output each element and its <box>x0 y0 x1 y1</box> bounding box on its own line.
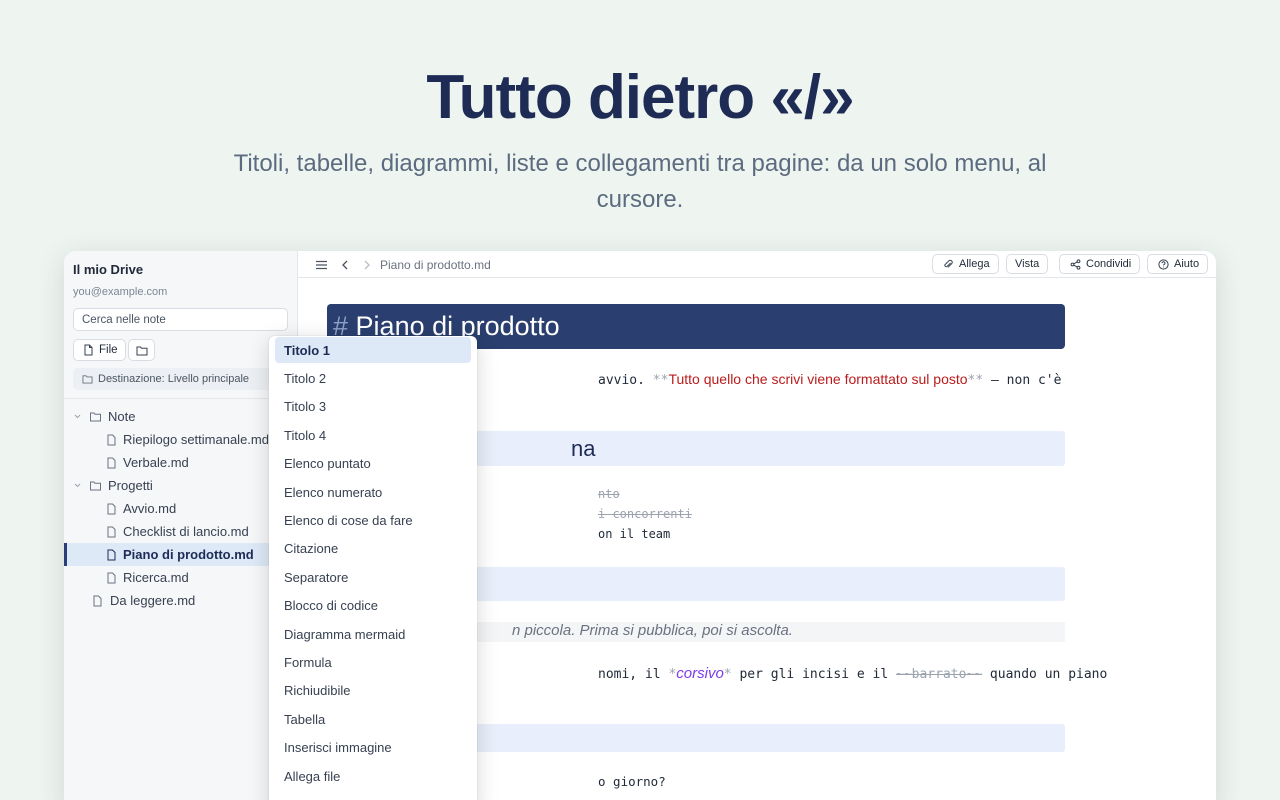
file-icon <box>104 502 118 516</box>
slash-menu-item[interactable]: Elenco numerato <box>275 479 471 505</box>
tree-file-da-leggere[interactable]: Da leggere.md <box>64 589 298 612</box>
attach-button[interactable]: Allega <box>932 254 999 274</box>
folder-icon <box>88 479 102 493</box>
paragraph-formatting[interactable]: nomi, il *corsivo* per gli incisi e il ~… <box>598 665 1107 682</box>
destination-label: Destinazione: Livello principale <box>98 373 250 385</box>
bold-text: Tutto quello che scrivi viene formattato… <box>668 371 968 387</box>
paragraph-text: per gli incisi e il <box>739 667 889 682</box>
file-icon <box>104 571 118 585</box>
forward-icon[interactable] <box>360 258 374 272</box>
slash-menu-item[interactable]: Blocco di codice <box>275 593 471 619</box>
attach-label: Allega <box>959 258 990 270</box>
chevron-down-icon[interactable] <box>70 479 84 493</box>
search-input[interactable] <box>73 308 288 331</box>
tree-item-label: Riepilogo settimanale.md <box>123 432 269 447</box>
tree-item-label: Ricerca.md <box>123 570 189 585</box>
sidebar-divider <box>64 398 298 399</box>
view-label: Vista <box>1015 258 1040 270</box>
help-label: Aiuto <box>1174 258 1200 270</box>
share-button[interactable]: Condividi <box>1059 254 1141 274</box>
paperclip-icon <box>941 257 955 271</box>
user-email: you@example.com <box>73 286 168 298</box>
view-button[interactable]: Vista <box>1006 254 1049 274</box>
drive-title: Il mio Drive <box>73 262 144 277</box>
italic-marker: * <box>723 667 732 682</box>
tree-item-label: Piano di prodotto.md <box>123 547 254 562</box>
share-label: Condividi <box>1086 258 1132 270</box>
slash-menu-item[interactable]: Elenco di cose da fare <box>275 507 471 533</box>
file-icon <box>104 456 118 470</box>
paragraph-text: nomi, il <box>598 667 661 682</box>
back-icon[interactable] <box>338 258 352 272</box>
folder-icon <box>80 372 94 386</box>
tree-file-avvio[interactable]: Avvio.md <box>64 497 298 520</box>
tree-item-label: Checklist di lancio.md <box>123 524 249 539</box>
bold-marker: ** <box>652 373 669 388</box>
share-icon <box>1068 257 1082 271</box>
slash-menu-item[interactable]: Titolo 2 <box>275 365 471 391</box>
help-icon <box>1156 257 1170 271</box>
slash-menu-item[interactable]: Tabella <box>275 706 471 732</box>
tree-item-label: Avvio.md <box>123 501 177 516</box>
hero-title: Tutto dietro «/» <box>426 63 854 132</box>
help-button[interactable]: Aiuto <box>1147 254 1209 274</box>
breadcrumb: Piano di prodotto.md <box>380 258 491 272</box>
file-icon <box>90 594 104 608</box>
tree-file-piano-active[interactable]: Piano di prodotto.md <box>64 543 298 566</box>
paragraph-text: — non c'è <box>991 373 1062 388</box>
destination-indicator: Destinazione: Livello principale <box>73 368 288 390</box>
slash-menu-item[interactable]: Elenco puntato <box>275 451 471 477</box>
file-icon <box>81 343 95 357</box>
slash-menu-item[interactable]: Formula <box>275 649 471 675</box>
italic-text: corsivo <box>676 665 724 682</box>
slash-menu-item[interactable]: Allega file <box>275 763 471 789</box>
top-toolbar: Piano di prodotto.md Allega Vista Condiv… <box>298 251 1216 278</box>
slash-menu-item[interactable]: Titolo 1 <box>275 337 471 363</box>
paragraph-question[interactable]: o giorno? <box>598 774 666 789</box>
menu-icon[interactable] <box>314 258 328 272</box>
slash-menu-item[interactable]: Inserisci immagine <box>275 735 471 761</box>
slash-menu-item[interactable]: Citazione <box>275 536 471 562</box>
list-item[interactable]: on il team <box>598 527 670 541</box>
new-file-button[interactable]: File <box>73 339 126 361</box>
heading-2-text: na <box>571 436 596 461</box>
slash-menu-item[interactable]: Richiudibile <box>275 678 471 704</box>
file-icon <box>104 525 118 539</box>
slash-menu-item[interactable]: Diagramma mermaid <box>275 621 471 647</box>
tree-item-label: Note <box>108 409 136 424</box>
file-icon <box>104 548 118 562</box>
folder-icon <box>135 343 149 357</box>
list-item-done[interactable]: nto <box>598 487 620 501</box>
paragraph-text: quando un piano <box>989 667 1108 682</box>
chevron-down-icon[interactable] <box>70 410 84 424</box>
tree-file-ricerca[interactable]: Ricerca.md <box>64 566 298 589</box>
tree-file-verbale[interactable]: Verbale.md <box>64 451 298 474</box>
paragraph-intro[interactable]: avvio. **Tutto quello che scrivi viene f… <box>598 371 1061 388</box>
app-window: Il mio Drive you@example.com File Destin… <box>64 251 1216 800</box>
tree-folder-note[interactable]: Note <box>64 405 298 428</box>
slash-menu-item[interactable]: Titolo 4 <box>275 422 471 448</box>
tree-item-label: Progetti <box>108 478 153 493</box>
slash-command-menu: Titolo 1 Titolo 2 Titolo 3 Titolo 4 Elenco p… <box>269 336 477 800</box>
folder-icon <box>88 410 102 424</box>
slash-menu-item[interactable]: Titolo 3 <box>275 394 471 420</box>
paragraph-text: avvio. <box>598 373 645 388</box>
tree-file-checklist[interactable]: Checklist di lancio.md <box>64 520 298 543</box>
new-file-label: File <box>99 344 118 356</box>
strikethrough-text: ~~barrato~~ <box>896 667 983 682</box>
new-folder-button[interactable] <box>128 339 155 361</box>
list-item-done[interactable]: i concorrenti <box>598 507 692 521</box>
tree-item-label: Verbale.md <box>123 455 189 470</box>
hero-subtitle: Titoli, tabelle, diagrammi, liste e coll… <box>233 150 1047 213</box>
tree-folder-progetti[interactable]: Progetti <box>64 474 298 497</box>
tree-item-label: Da leggere.md <box>110 593 196 608</box>
tree-file-riepilogo[interactable]: Riepilogo settimanale.md <box>64 428 298 451</box>
slash-menu-item[interactable]: Separatore <box>275 564 471 590</box>
bold-marker: ** <box>967 373 984 388</box>
sidebar: Il mio Drive you@example.com File Destin… <box>64 251 298 800</box>
file-icon <box>104 433 118 447</box>
